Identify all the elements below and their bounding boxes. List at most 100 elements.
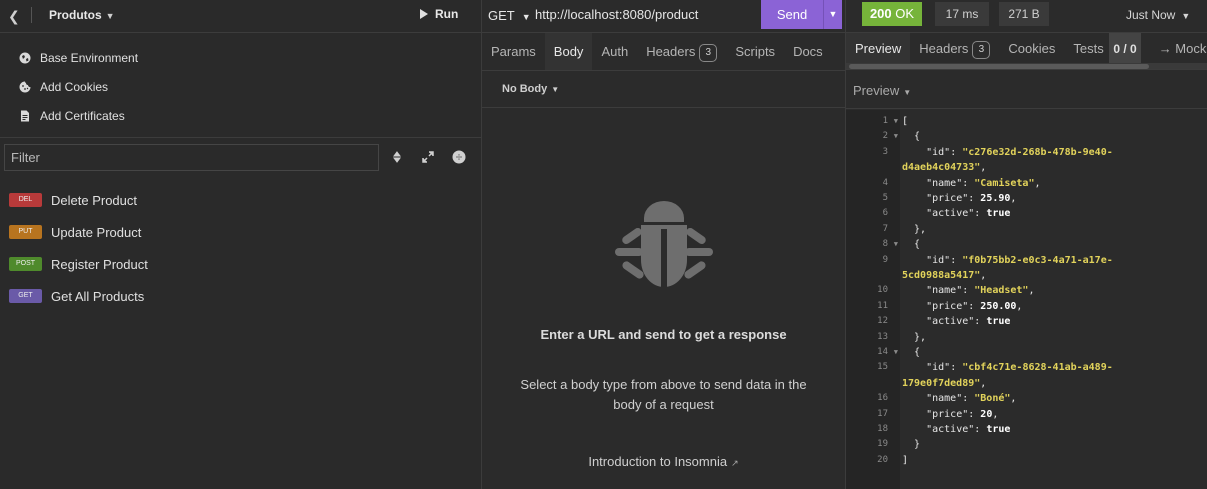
code-line: "active": true	[926, 424, 1011, 435]
line-number: 19	[846, 437, 900, 452]
tests-count-badge: 0 / 0	[1109, 33, 1141, 65]
status-badge: 200 OK	[862, 2, 922, 26]
line-number: 6	[846, 206, 900, 221]
preview-mode-select[interactable]: Preview ▼	[853, 83, 911, 98]
tab-tests[interactable]: Tests 0 / 0	[1064, 33, 1149, 65]
tab-label: Docs	[793, 44, 823, 59]
empty-state-description: Select a body type from above to send da…	[520, 377, 807, 412]
json-literal-value: 25.90	[980, 193, 1011, 204]
line-number-text: 10	[877, 285, 888, 295]
line-number: 20	[846, 453, 900, 468]
code-line: "id": "f0b75bb2-e0c3-4a71-a17e-	[926, 255, 1113, 266]
collection-title[interactable]: Produtos ▼	[49, 8, 115, 22]
request-item[interactable]: GET Get All Products	[0, 280, 481, 312]
status-text: OK	[895, 6, 915, 21]
code-line: "price": 25.90,	[926, 193, 1017, 204]
expand-icon[interactable]	[421, 150, 435, 164]
code-line: "name": "Headset",	[926, 285, 1035, 296]
request-name: Get All Products	[51, 288, 145, 304]
introduction-link[interactable]: Introduction to Insomnia ↗	[482, 454, 845, 469]
sort-icon[interactable]	[390, 150, 404, 164]
line-number: 8 ▼	[846, 237, 900, 252]
tab-cookies[interactable]: Cookies	[999, 33, 1064, 65]
json-key: "price"	[926, 301, 969, 312]
url-input[interactable]	[535, 7, 755, 22]
request-item[interactable]: PUT Update Product	[0, 216, 481, 248]
request-item[interactable]: DEL Delete Product	[0, 184, 481, 216]
add-certificates-label: Add Certificates	[40, 108, 125, 123]
run-button[interactable]: Run	[420, 7, 458, 21]
line-number-text: 15	[877, 362, 888, 372]
send-options-caret-icon[interactable]: ▼	[823, 0, 842, 29]
method-select[interactable]: GET ▼	[488, 8, 531, 23]
tab-body[interactable]: Body	[544, 33, 593, 70]
code-line: "name": "Camiseta",	[926, 178, 1041, 189]
response-body-viewer[interactable]: 1 ▼ 2 ▼ 3 4 5 6 7 8 ▼ 9 10 11 12 13 14 ▼ 15 16 17 18 19 20 [ { …	[846, 110, 1207, 489]
add-certificates-link[interactable]: Add Certificates	[0, 101, 481, 130]
tab-docs[interactable]: Docs	[784, 33, 832, 70]
tab-auth[interactable]: Auth	[592, 33, 637, 70]
empty-state: Enter a URL and send to get a response S…	[482, 109, 845, 489]
tab-preview[interactable]: Preview	[846, 33, 911, 65]
line-number-text: 19	[877, 439, 888, 449]
response-history-label: Just Now	[1126, 8, 1176, 22]
header-divider	[31, 7, 32, 23]
body-type-select[interactable]: No Body ▼	[502, 83, 559, 95]
base-environment-link[interactable]: Base Environment	[0, 43, 481, 72]
tab-response-headers[interactable]: Headers 3	[910, 33, 999, 65]
line-number-text: 6	[882, 208, 888, 218]
filter-row	[0, 138, 481, 174]
filter-input[interactable]	[4, 144, 379, 171]
cookie-icon	[19, 81, 31, 92]
tab-params[interactable]: Params	[482, 33, 545, 70]
code-line: {	[902, 131, 921, 142]
json-string-value: d4aeb4c04733"	[902, 162, 981, 173]
line-number-text: 9	[882, 255, 888, 265]
body-type-label: No Body	[502, 83, 548, 95]
line-number: 3	[846, 145, 900, 160]
tabs-scrollbar-thumb[interactable]	[849, 64, 1149, 69]
bug-icon	[615, 201, 713, 287]
tab-headers[interactable]: Headers 3	[637, 33, 726, 70]
json-string-value: "c276e32d-268b-478b-9e40-	[962, 147, 1113, 158]
tabs-scrollbar[interactable]	[846, 63, 1207, 70]
json-string-value: "Boné"	[974, 393, 1011, 404]
method-label: GET	[488, 8, 515, 23]
code-line: 179e0f7ded89",	[902, 378, 987, 389]
response-size-badge: 271 B	[999, 2, 1049, 26]
back-chevron-icon[interactable]: ❮	[8, 8, 22, 24]
line-number: 15	[846, 360, 900, 375]
add-circle-icon[interactable]	[452, 150, 466, 164]
tab-label: Preview	[855, 41, 902, 56]
fold-caret-icon[interactable]: ▼	[894, 345, 898, 360]
line-number-text: 8	[882, 239, 888, 249]
tab-label: → Mock	[1158, 41, 1207, 56]
json-literal-value: 250.00	[980, 301, 1017, 312]
code-line: {	[902, 347, 921, 358]
code-line: "price": 20,	[926, 409, 999, 420]
response-status-bar: 200 OK 17 ms 271 B Just Now ▼	[846, 0, 1207, 33]
line-number: 1 ▼	[846, 114, 900, 129]
line-number: 18	[846, 422, 900, 437]
add-cookies-link[interactable]: Add Cookies	[0, 72, 481, 101]
tab-mock[interactable]: → Mock	[1150, 33, 1207, 65]
line-number-text: 1	[882, 116, 888, 126]
response-history-select[interactable]: Just Now ▼	[1126, 8, 1190, 22]
json-key: "id"	[926, 362, 951, 373]
line-number-text: 4	[882, 178, 888, 188]
preview-mode-row: Preview ▼	[846, 71, 1207, 109]
fold-caret-icon[interactable]: ▼	[894, 129, 898, 144]
json-key: "active"	[926, 424, 975, 435]
line-number	[846, 268, 900, 283]
fold-caret-icon[interactable]: ▼	[894, 237, 898, 252]
fold-caret-icon[interactable]: ▼	[894, 114, 898, 129]
tab-scripts[interactable]: Scripts	[726, 33, 784, 70]
url-bar: GET ▼ Send ▼	[482, 0, 845, 33]
send-button[interactable]: Send	[761, 0, 823, 29]
request-tabs: Params Body Auth Headers 3 Scripts Docs	[482, 33, 845, 71]
request-pane: GET ▼ Send ▼ Params Body Auth Headers3 Sc…	[482, 0, 846, 489]
code-line: "name": "Boné",	[926, 393, 1017, 404]
request-item[interactable]: POST Register Product	[0, 248, 481, 280]
line-number	[846, 376, 900, 391]
sidebar-header: ❮ Produtos ▼ Run	[0, 0, 481, 33]
